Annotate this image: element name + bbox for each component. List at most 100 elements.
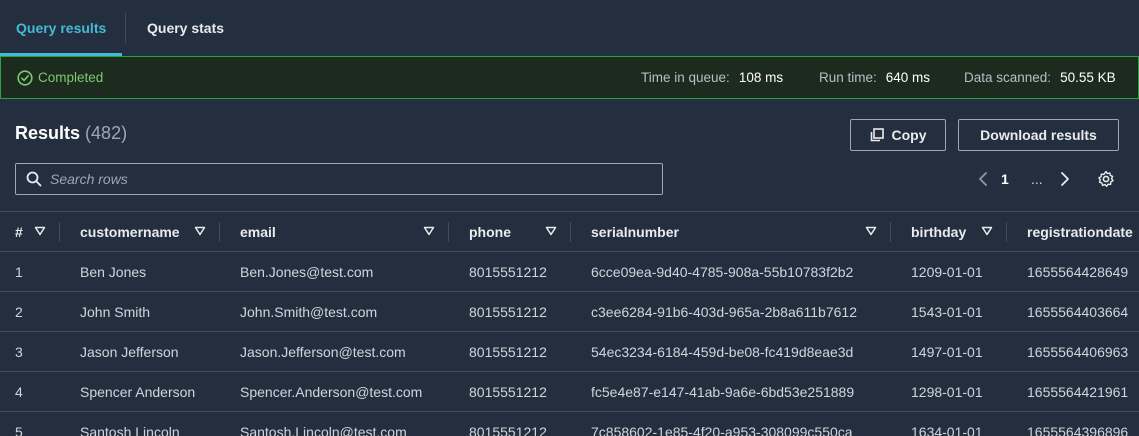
cell-phone: 8015551212 [469, 343, 547, 360]
column-header-index[interactable]: # [15, 212, 23, 251]
tab-query-stats[interactable]: Query stats [131, 0, 240, 56]
stat-data-scanned: Data scanned: 50.55 KB [964, 57, 1116, 98]
status-label: Completed [38, 70, 104, 85]
table-row: 5 Santosh Lincoln Santosh.Lincoln@test.c… [0, 412, 1139, 436]
sort-caret-icon[interactable] [981, 225, 993, 237]
cell-index: 4 [15, 383, 23, 400]
copy-button[interactable]: Copy [850, 119, 946, 151]
column-header-label: # [15, 223, 23, 240]
cell-birthday: 1497-01-01 [911, 343, 983, 360]
page-number-label: 1 [1001, 171, 1009, 187]
chevron-right-icon [1060, 171, 1070, 187]
preferences-button[interactable] [1095, 167, 1117, 191]
stat-time-in-queue: Time in queue: 108 ms [641, 57, 783, 98]
search-input[interactable] [50, 171, 640, 187]
table-row: 3 Jason Jefferson Jason.Jefferson@test.c… [0, 332, 1139, 372]
cell-index: 1 [15, 263, 23, 280]
table-row: 2 John Smith John.Smith@test.com 8015551… [0, 292, 1139, 332]
column-header-registrationdate[interactable]: registrationdate [1027, 212, 1133, 251]
stat-run-time: Run time: 640 ms [819, 57, 930, 98]
cell-birthday: 1543-01-01 [911, 303, 983, 320]
column-divider [448, 222, 449, 242]
check-circle-icon [17, 69, 33, 86]
column-header-label: registrationdate [1027, 223, 1133, 240]
cell-serialnumber: fc5e4e87-e147-41ab-9a6e-6bd53e251889 [591, 383, 855, 400]
page-number-1[interactable]: 1 [1001, 167, 1009, 191]
download-button-label: Download results [980, 127, 1097, 143]
tab-query-results[interactable]: Query results [0, 0, 123, 56]
cell-serialnumber: c3ee6284-91b6-403d-965a-2b8a611b7612 [591, 303, 857, 320]
cell-index: 2 [15, 303, 23, 320]
status-completed: Completed [17, 57, 103, 98]
cell-email: Spencer.Anderson@test.com [240, 383, 423, 400]
cell-phone: 8015551212 [469, 383, 547, 400]
cell-serialnumber: 6cce09ea-9d40-4785-908a-55b10783f2b2 [591, 263, 854, 280]
cell-birthday: 1634-01-01 [911, 423, 983, 436]
sort-caret-icon[interactable] [545, 225, 557, 237]
cell-registrationdate: 1655564428649 [1027, 263, 1129, 280]
cell-serialnumber: 54ec3234-6184-459d-be08-fc419d8eae3d [591, 343, 854, 360]
tab-label: Query results [16, 20, 107, 36]
next-page-button[interactable] [1056, 167, 1074, 191]
ellipsis-label: ... [1031, 171, 1043, 187]
column-divider [219, 222, 220, 242]
cell-registrationdate: 1655564421961 [1027, 383, 1129, 400]
cell-phone: 8015551212 [469, 423, 547, 436]
sort-caret-icon[interactable] [194, 225, 206, 237]
column-divider [1006, 222, 1007, 242]
query-status-bar: Completed Time in queue: 108 ms Run time… [0, 56, 1139, 99]
cell-registrationdate: 1655564406963 [1027, 343, 1129, 360]
stat-value: 108 ms [738, 70, 784, 85]
column-header-email[interactable]: email [240, 212, 276, 251]
cell-phone: 8015551212 [469, 303, 547, 320]
column-header-label: email [240, 223, 276, 240]
column-header-serialnumber[interactable]: serialnumber [591, 212, 679, 251]
results-tabs: Query results Query stats [0, 0, 1139, 56]
column-header-label: customername [80, 223, 180, 240]
search-rows-field[interactable] [15, 163, 663, 195]
column-header-birthday[interactable]: birthday [911, 212, 966, 251]
cell-registrationdate: 1655564403664 [1027, 303, 1129, 320]
cell-email: Ben.Jones@test.com [240, 263, 374, 280]
cell-customername: Jason Jefferson [80, 343, 179, 360]
results-table: # customername email phone serialnumber … [0, 211, 1139, 436]
table-row: 1 Ben Jones Ben.Jones@test.com 801555121… [0, 252, 1139, 292]
table-header: # customername email phone serialnumber … [0, 212, 1139, 252]
column-header-label: birthday [911, 223, 967, 240]
cell-birthday: 1298-01-01 [911, 383, 983, 400]
cell-index: 3 [15, 343, 23, 360]
stat-value: 640 ms [885, 70, 931, 85]
sort-caret-icon[interactable] [865, 225, 877, 237]
column-divider [59, 222, 60, 242]
table-row: 4 Spencer Anderson Spencer.Anderson@test… [0, 372, 1139, 412]
tab-label: Query stats [147, 20, 225, 36]
gear-icon [1097, 170, 1115, 188]
cell-email: Santosh.Lincoln@test.com [240, 423, 407, 436]
results-title-text: Results [15, 123, 81, 143]
column-divider [890, 222, 891, 242]
column-header-customername[interactable]: customername [80, 212, 180, 251]
cell-birthday: 1209-01-01 [911, 263, 983, 280]
column-header-phone[interactable]: phone [469, 212, 511, 251]
chevron-left-icon [978, 171, 988, 187]
column-header-label: phone [469, 223, 511, 240]
cell-email: Jason.Jefferson@test.com [240, 343, 406, 360]
page-ellipsis: ... [1031, 167, 1043, 191]
previous-page-button[interactable] [974, 167, 992, 191]
copy-icon [870, 128, 884, 142]
cell-serialnumber: 7c858602-1e85-4f20-a953-308099c550ca [591, 423, 853, 436]
sort-caret-icon[interactable] [423, 225, 435, 237]
stat-label: Data scanned: [964, 70, 1052, 85]
cell-customername: John Smith [80, 303, 151, 320]
stat-value: 50.55 KB [1060, 70, 1116, 85]
results-count: (482) [85, 123, 128, 143]
download-results-button[interactable]: Download results [958, 119, 1119, 151]
column-header-label: serialnumber [591, 223, 679, 240]
sort-caret-icon[interactable] [34, 225, 46, 237]
cell-phone: 8015551212 [469, 263, 547, 280]
cell-customername: Ben Jones [80, 263, 147, 280]
cell-email: John.Smith@test.com [240, 303, 378, 320]
stat-label: Run time: [819, 70, 877, 85]
cell-index: 5 [15, 423, 23, 436]
cell-customername: Santosh Lincoln [80, 423, 180, 436]
